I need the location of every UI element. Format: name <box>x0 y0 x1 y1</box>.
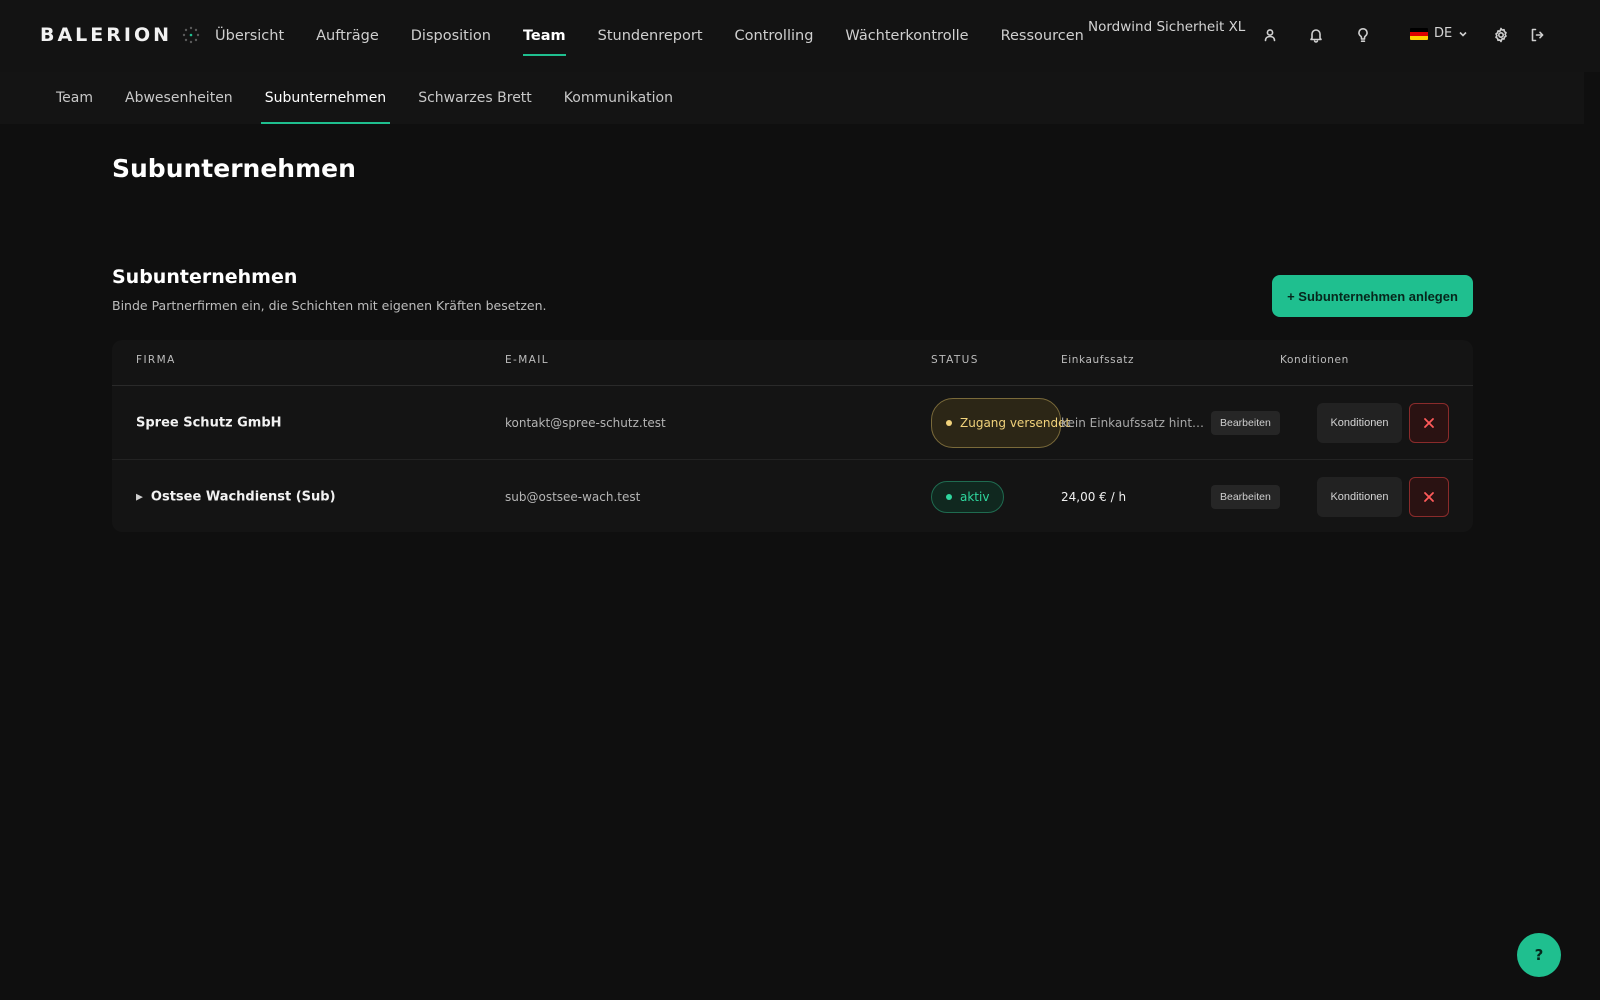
table-row[interactable]: Spree Schutz GmbH kontakt@spree-schutz.t… <box>112 386 1473 460</box>
rate-cell: kein Einkaufssatz hinterlegt <box>1061 415 1206 430</box>
gear-icon[interactable] <box>1492 26 1510 44</box>
nav-item-team[interactable]: Team <box>507 0 582 72</box>
status-badge: Zugang versendet <box>931 397 1070 448</box>
top-navbar: BALERION Übersicht Aufträge Disposition … <box>0 0 1600 72</box>
email-cell: sub@ostsee-wach.test <box>505 490 641 504</box>
logout-icon[interactable] <box>1528 26 1546 44</box>
logo-text: BALERION <box>40 24 173 46</box>
tab-abwesenheiten[interactable]: Abwesenheiten <box>109 72 249 124</box>
bell-icon[interactable] <box>1307 26 1325 44</box>
tab-label: Abwesenheiten <box>125 90 233 106</box>
nav-item-label: Ressourcen <box>1000 28 1084 44</box>
nav-item-label: Übersicht <box>215 28 285 44</box>
column-header-status: STATUS <box>931 354 979 366</box>
nav-item-label: Aufträge <box>316 28 379 44</box>
nav-item-controlling[interactable]: Controlling <box>719 0 830 72</box>
subcontractor-table: FIRMA E-MAIL STATUS Einkaufssatz Konditi… <box>112 340 1473 532</box>
section-title: Subunternehmen <box>112 266 298 288</box>
tab-kommunikation[interactable]: Kommunikation <box>548 72 689 124</box>
nav-item-auftraege[interactable]: Aufträge <box>300 0 395 72</box>
firm-cell: Spree Schutz GmbH <box>136 415 282 430</box>
status-dot <box>946 419 952 426</box>
close-icon <box>1424 417 1434 428</box>
section-description: Binde Partnerfirmen ein, die Schichten m… <box>112 298 547 313</box>
firm-name: Spree Schutz GmbH <box>136 415 282 430</box>
page-title: Subunternehmen <box>112 154 356 183</box>
lightbulb-icon[interactable] <box>1354 26 1372 44</box>
delete-button[interactable] <box>1409 477 1449 517</box>
logo[interactable]: BALERION <box>40 24 200 46</box>
table-header: FIRMA E-MAIL STATUS Einkaufssatz Konditi… <box>112 340 1473 386</box>
tab-label: Kommunikation <box>563 90 673 106</box>
column-header-rate: Einkaufssatz <box>1061 354 1135 366</box>
edit-rate-button[interactable]: Bearbeiten <box>1211 410 1280 435</box>
sub-nav: Team Abwesenheiten Subunternehmen Schwar… <box>0 72 1584 124</box>
add-subcontractor-button[interactable]: + Subunternehmen anlegen <box>1272 275 1473 317</box>
tab-team[interactable]: Team <box>40 72 109 124</box>
chevron-down-icon <box>1459 31 1467 37</box>
help-button[interactable]: ? <box>1517 933 1561 977</box>
status-label: Zugang versendet <box>960 415 1071 430</box>
org-name[interactable]: Nordwind Sicherheit XL <box>1088 19 1245 35</box>
tab-label: Schwarzes Brett <box>418 90 532 106</box>
nav-item-stundenreport[interactable]: Stundenreport <box>582 0 719 72</box>
tab-schwarzes-brett[interactable]: Schwarzes Brett <box>402 72 548 124</box>
delete-button[interactable] <box>1409 402 1449 443</box>
conditions-button[interactable]: Konditionen <box>1317 402 1402 443</box>
expand-icon[interactable]: ▶ <box>136 492 143 502</box>
status-dot <box>946 494 952 500</box>
nav-item-waechterkontrolle[interactable]: Wächterkontrolle <box>829 0 984 72</box>
logo-mark-icon <box>182 26 200 44</box>
column-header-conditions: Konditionen <box>1280 354 1349 366</box>
flag-stripe <box>1410 35 1428 40</box>
flag-de-icon <box>1410 27 1428 40</box>
user-icon[interactable] <box>1261 26 1279 44</box>
tab-subunternehmen[interactable]: Subunternehmen <box>249 72 403 124</box>
nav-item-uebersicht[interactable]: Übersicht <box>199 0 300 72</box>
status-label: aktiv <box>960 490 990 504</box>
nav-item-ressourcen[interactable]: Ressourcen <box>985 0 1100 72</box>
firm-name: Ostsee Wachdienst (Sub) <box>150 489 336 505</box>
tab-label: Team <box>56 90 94 106</box>
firm-cell: ▶ Ostsee Wachdienst (Sub) <box>136 490 336 505</box>
edit-rate-button[interactable]: Bearbeiten <box>1211 485 1280 509</box>
tab-label: Subunternehmen <box>264 90 387 106</box>
nav-item-disposition[interactable]: Disposition <box>395 0 507 72</box>
language-selector[interactable]: DE <box>1410 26 1468 41</box>
main-nav: Übersicht Aufträge Disposition Team Stun… <box>199 0 1100 72</box>
nav-item-label: Team <box>522 28 566 44</box>
table-row[interactable]: ▶ Ostsee Wachdienst (Sub) sub@ostsee-wac… <box>112 460 1473 534</box>
email-cell: kontakt@spree-schutz.test <box>505 415 666 430</box>
nav-item-label: Wächterkontrolle <box>845 28 969 44</box>
close-icon <box>1424 492 1434 502</box>
nav-item-label: Controlling <box>734 28 814 44</box>
conditions-button[interactable]: Konditionen <box>1317 477 1402 517</box>
nav-item-label: Stundenreport <box>597 28 703 44</box>
nav-item-label: Disposition <box>410 28 491 44</box>
language-code: DE <box>1434 26 1453 41</box>
status-badge: aktiv <box>931 481 1005 513</box>
column-header-email: E-MAIL <box>505 354 550 366</box>
rate-cell: 24,00 € / h <box>1061 490 1127 504</box>
column-header-firm: FIRMA <box>136 354 176 366</box>
